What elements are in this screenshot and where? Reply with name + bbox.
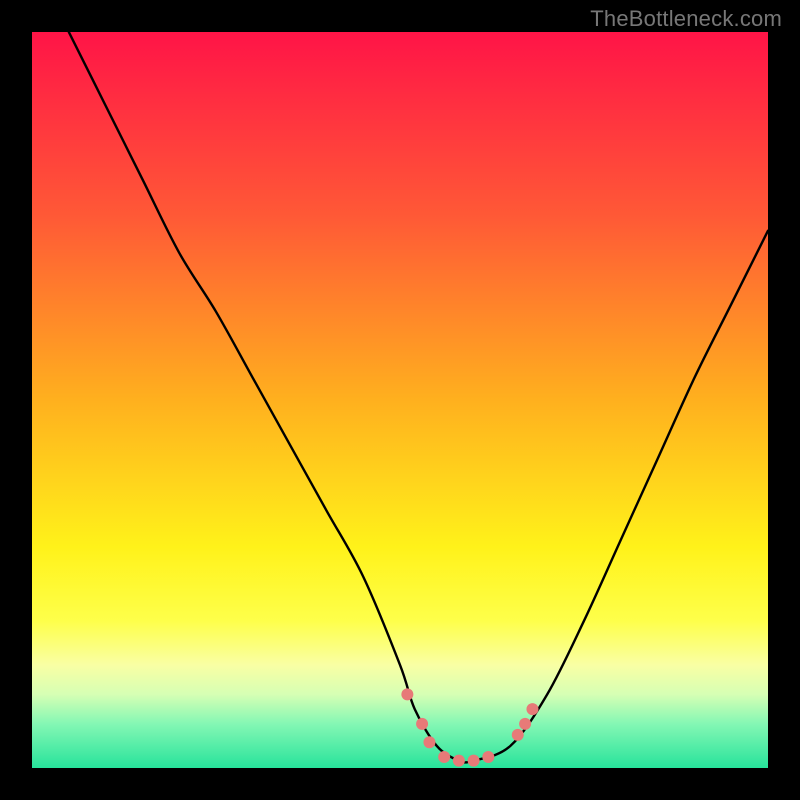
- marker-point: [401, 688, 413, 700]
- marker-point: [423, 736, 435, 748]
- marker-point: [438, 751, 450, 763]
- marker-point: [482, 751, 494, 763]
- marker-point: [468, 755, 480, 767]
- marker-point: [519, 718, 531, 730]
- gradient-background: [32, 32, 768, 768]
- plot-area: [32, 32, 768, 768]
- marker-point: [453, 755, 465, 767]
- attribution-label: TheBottleneck.com: [590, 6, 782, 32]
- chart-frame: TheBottleneck.com: [0, 0, 800, 800]
- marker-point: [512, 729, 524, 741]
- bottleneck-chart-svg: [32, 32, 768, 768]
- marker-point: [526, 703, 538, 715]
- marker-point: [416, 718, 428, 730]
